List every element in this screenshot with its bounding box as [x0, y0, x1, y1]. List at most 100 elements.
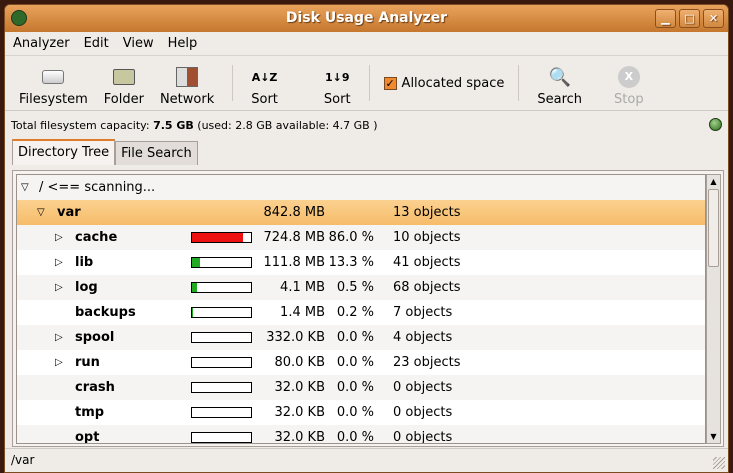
usage-bar	[191, 432, 252, 443]
folder-icon	[112, 66, 136, 88]
usage-bar-fill	[192, 283, 197, 292]
sort-alpha-icon: A↓Z	[251, 70, 278, 84]
tree-row[interactable]: ▷ lib 111.8 MB 13.3 % 41 objects	[17, 250, 705, 275]
usage-bar	[191, 307, 252, 318]
capacity-info: Total filesystem capacity: 7.5 GB (used:…	[5, 111, 728, 139]
expander-closed-icon[interactable]: ▷	[55, 282, 63, 293]
menu-bar: Analyzer Edit View Help	[5, 32, 728, 56]
folder-button[interactable]: Folder	[96, 59, 152, 107]
usage-bar	[191, 257, 252, 268]
tree-row-root[interactable]: ▽ / <== scanning...	[17, 175, 705, 200]
sort-numeric-icon: 1↓9	[324, 70, 350, 84]
folder-size: 1.4 MB	[280, 305, 325, 320]
harddisk-icon	[41, 66, 65, 88]
expander-closed-icon[interactable]: ▷	[55, 357, 63, 368]
allocated-space-checkbox[interactable]: ✓ Allocated space	[380, 76, 509, 91]
directory-tree: ▽ / <== scanning... ▽ var 842.8 MB 13 object…	[16, 174, 706, 444]
tree-row-var[interactable]: ▽ var 842.8 MB 13 objects	[17, 200, 705, 225]
scroll-down-icon[interactable]: ▼	[707, 430, 720, 443]
folder-size: 80.0 KB	[274, 355, 325, 370]
folder-percent: 86.0 %	[328, 230, 374, 245]
sort-size-button[interactable]: 1↓9 Sort	[316, 59, 359, 108]
folder-size: 32.0 KB	[274, 405, 325, 420]
tab-directory-tree[interactable]: Directory Tree	[12, 139, 116, 165]
folder-percent: 0.0 %	[336, 380, 374, 395]
resize-grip[interactable]	[713, 457, 725, 469]
search-button[interactable]: 🔍 Search	[529, 59, 590, 108]
folder-objects: 7 objects	[393, 305, 453, 320]
tree-row[interactable]: backups 1.4 MB 0.2 % 7 objects	[17, 300, 705, 325]
folder-percent: 13.3 %	[328, 255, 374, 270]
folder-percent: 0.0 %	[336, 405, 374, 420]
network-icon	[175, 66, 199, 88]
vertical-scrollbar[interactable]: ▲ ▼	[706, 174, 721, 444]
menu-view[interactable]: View	[123, 36, 154, 51]
filesystem-button[interactable]: Filesystem	[11, 59, 96, 107]
folder-percent: 0.0 %	[336, 330, 374, 345]
tree-row[interactable]: ▷ log 4.1 MB 0.5 % 68 objects	[17, 275, 705, 300]
menu-analyzer[interactable]: Analyzer	[13, 36, 70, 51]
folder-size: 724.8 MB	[263, 230, 325, 245]
scroll-up-icon[interactable]: ▲	[707, 175, 720, 188]
folder-size: 111.8 MB	[263, 255, 325, 270]
tree-panel: ▽ / <== scanning... ▽ var 842.8 MB 13 object…	[12, 170, 724, 447]
folder-objects: 23 objects	[393, 355, 461, 370]
menu-help[interactable]: Help	[168, 36, 198, 51]
maximize-button[interactable]: □	[679, 9, 700, 28]
stop-button[interactable]: X Stop	[606, 59, 652, 107]
toolbar-separator	[368, 65, 370, 101]
expander-closed-icon[interactable]: ▷	[55, 257, 63, 268]
folder-size: 32.0 KB	[274, 430, 325, 444]
window-title: Disk Usage Analyzer	[285, 10, 448, 26]
folder-objects: 0 objects	[393, 430, 453, 444]
folder-objects: 10 objects	[393, 230, 461, 245]
app-icon	[11, 10, 27, 26]
expander-open-icon[interactable]: ▽	[37, 207, 45, 218]
folder-objects: 0 objects	[393, 380, 453, 395]
usage-bar	[191, 282, 252, 293]
folder-size: 4.1 MB	[280, 280, 325, 295]
menu-edit[interactable]: Edit	[84, 36, 109, 51]
tree-row[interactable]: tmp 32.0 KB 0.0 % 0 objects	[17, 400, 705, 425]
folder-name: backups	[75, 305, 136, 320]
expander-closed-icon[interactable]: ▷	[55, 232, 63, 243]
folder-percent: 0.2 %	[336, 305, 374, 320]
scrollbar-thumb[interactable]	[708, 189, 719, 267]
status-led-icon	[709, 118, 722, 131]
usage-bar	[191, 332, 252, 343]
tree-row[interactable]: ▷ spool 332.0 KB 0.0 % 4 objects	[17, 325, 705, 350]
toolbar-separator	[232, 65, 234, 101]
folder-name: crash	[75, 380, 115, 395]
tree-row[interactable]: crash 32.0 KB 0.0 % 0 objects	[17, 375, 705, 400]
tree-row[interactable]: opt 32.0 KB 0.0 % 0 objects	[17, 425, 705, 444]
folder-percent: 0.0 %	[336, 430, 374, 444]
tab-file-search[interactable]: File Search	[115, 141, 198, 165]
expander-open-icon[interactable]: ▽	[21, 182, 29, 193]
folder-size: 32.0 KB	[274, 380, 325, 395]
stop-icon: X	[617, 66, 641, 88]
folder-name: run	[75, 355, 100, 370]
expander-closed-icon[interactable]: ▷	[55, 332, 63, 343]
minimize-button[interactable]: ▁	[655, 9, 676, 28]
folder-name: lib	[75, 255, 94, 270]
usage-bar-fill	[192, 233, 243, 242]
folder-percent: 0.5 %	[336, 280, 374, 295]
checkbox-checked-icon: ✓	[383, 76, 397, 90]
toolbar-separator	[518, 65, 520, 101]
folder-size: 332.0 KB	[266, 330, 325, 345]
search-icon: 🔍	[548, 66, 571, 88]
usage-bar	[191, 382, 252, 393]
network-button[interactable]: Network	[152, 59, 222, 107]
usage-bar-fill	[192, 258, 200, 267]
folder-name: spool	[75, 330, 115, 345]
tree-row[interactable]: ▷ run 80.0 KB 0.0 % 23 objects	[17, 350, 705, 375]
close-button[interactable]: ✕	[703, 9, 724, 28]
tree-row[interactable]: ▷ cache 724.8 MB 86.0 % 10 objects	[17, 225, 705, 250]
folder-objects: 41 objects	[393, 255, 461, 270]
folder-objects: 0 objects	[393, 405, 453, 420]
usage-bar	[191, 407, 252, 418]
status-bar: /var	[5, 448, 728, 472]
sort-alpha-button[interactable]: A↓Z Sort	[243, 59, 286, 108]
usage-bar	[191, 357, 252, 368]
folder-name: log	[75, 280, 98, 295]
